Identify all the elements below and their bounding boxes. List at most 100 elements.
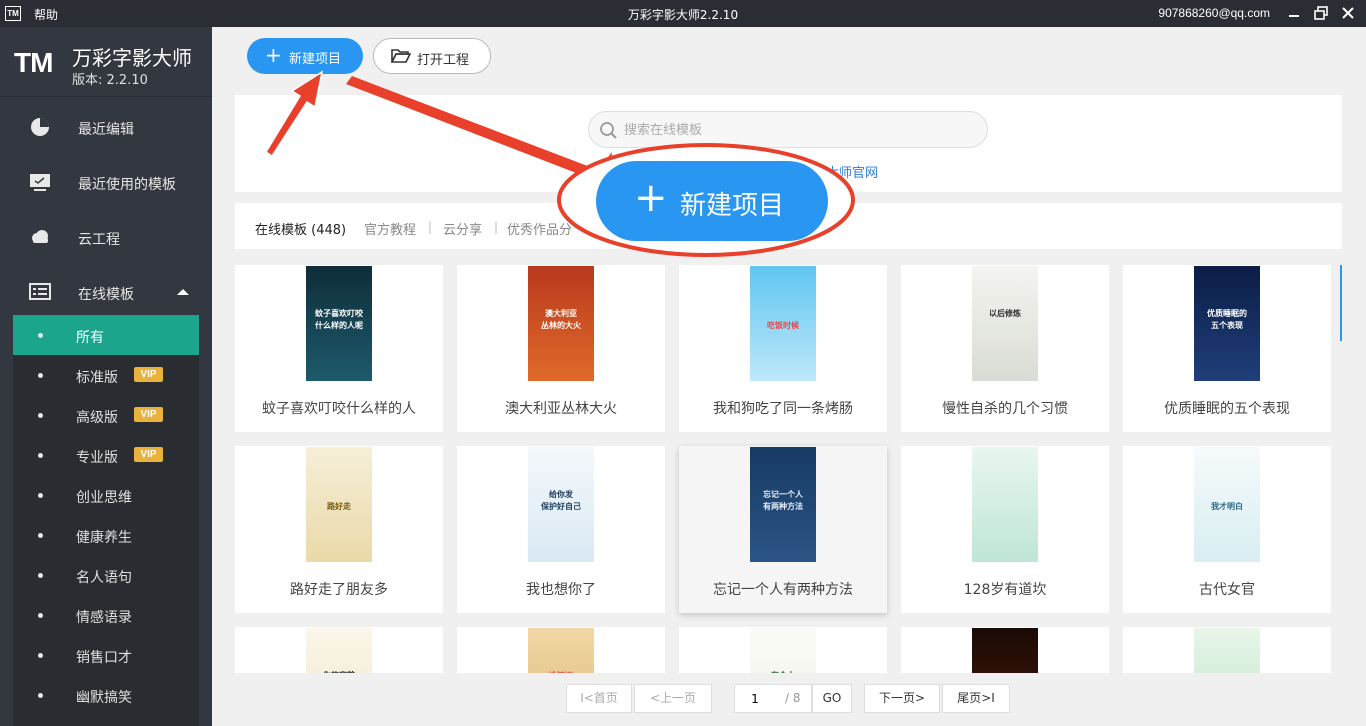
page-number-input[interactable] [735,689,775,709]
template-thumbnail: 澳大利亚 丛林的大火 [528,266,594,381]
minimize-icon[interactable] [1285,4,1303,22]
template-title: 澳大利亚丛林大火 [505,401,617,417]
thumbnail-text: 忘记一个人 [763,490,803,499]
thumbnail-text: 以后修炼 [989,309,1021,318]
template-card[interactable] [901,627,1109,673]
tab-online-templates[interactable]: 在线模板 (448) [255,219,346,238]
template-list-icon [29,283,51,300]
close-icon[interactable] [1339,4,1357,22]
first-page-button[interactable]: I<首页 [566,684,632,713]
thumbnail-text: 保护好自己 [541,502,581,511]
thumbnail-text: 澳大利亚 [545,309,577,318]
template-card[interactable]: 澳大利亚 丛林的大火澳大利亚丛林大火 [457,265,665,432]
bullet-icon [38,413,43,418]
template-card[interactable]: 给你发 保护好自己 我也想你了 [457,446,665,613]
template-card[interactable]: 你的容貌 [235,627,443,673]
template-thumbnail: 给你发 保护好自己 [528,447,594,562]
tab-separator: | [428,220,433,234]
nav-recent-templates[interactable]: 最近使用的模板 [0,155,212,210]
vip-badge: VIP [134,407,163,422]
template-thumbnail [1194,628,1260,673]
template-thumbnail: 以后修炼 [972,266,1038,381]
template-card[interactable]: 吃饭时候我和狗吃了同一条烤肠 [679,265,887,432]
nav-cloud-projects[interactable]: 云工程 [0,210,212,265]
go-button[interactable]: GO [812,684,852,713]
tab-cloud-share[interactable]: 云分享 [443,219,482,238]
next-page-button[interactable]: 下一页> [864,684,940,713]
subnav-item[interactable]: 创业思维 [13,475,199,515]
template-title: 慢性自杀的几个习惯 [942,401,1068,417]
template-thumbnail: 路好走 [306,447,372,562]
subnav-label: 健康养生 [76,530,132,546]
template-thumbnail [972,447,1038,562]
subnav-label: 标准版 [76,370,118,386]
template-card[interactable]: 冷知识 [457,627,665,673]
prev-page-button[interactable]: <上一页 [634,684,712,713]
cloud-icon [32,230,48,243]
tab-official-tutorial[interactable]: 官方教程 [364,219,416,238]
sidebar: TM 万彩字影大师 版本: 2.2.10 最近编辑 最近使用的模板 云工程 在线… [0,27,212,726]
subnav-item[interactable]: 专业版 VIP [13,435,199,475]
plus-icon: + [265,43,282,67]
brand-logo-icon: TM [14,47,53,78]
template-card[interactable]: 有个人 [679,627,887,673]
template-thumbnail: 忘记一个人有两种方法 [750,447,816,562]
template-title: 古代女官 [1199,582,1255,598]
subnav-item[interactable]: 销售口才 [13,635,199,675]
subnav-item[interactable]: 健康养生 [13,515,199,555]
thumbnail-text: 你的容貌 [306,670,372,673]
official-site-link[interactable]: 影大师官网 [813,162,878,181]
thumbnail-text: 吃饭时候 [767,321,799,330]
template-title: 优质睡眠的五个表现 [1164,401,1290,417]
template-title: 忘记一个人有两种方法 [713,582,853,598]
thumbnail-text: 有个人 [750,670,816,673]
nav-label: 云工程 [78,232,120,248]
subnav-item[interactable]: 所有 [13,315,199,355]
template-thumbnail: 吃饭时候 [750,266,816,381]
subnav-item[interactable]: 情感语录 [13,595,199,635]
template-card[interactable]: 忘记一个人 有两种方法 忘记一个人有两种方法 [679,446,887,613]
clock-pie-icon [31,118,49,136]
subnav-item[interactable]: 名人语句 [13,555,199,595]
title-bar: TM 帮助 万彩字影大师2.2.10 907868260@qq.com [0,0,1366,27]
template-tabs: 在线模板 (448) 官方教程 | 云分享 | 优秀作品分 [235,203,1342,249]
template-card[interactable]: 优质睡眠的 五个表现 优质睡眠的五个表现 [1123,265,1331,432]
template-card[interactable] [1123,627,1331,673]
restore-icon[interactable] [1312,4,1330,22]
subnav-item[interactable]: 标准版 VIP [13,355,199,395]
brand-version: 版本: 2.2.10 [72,73,148,88]
template-title: 我和狗吃了同一条烤肠 [713,401,853,417]
subnav-label: 创业思维 [76,490,132,506]
template-card[interactable]: 蚊子喜欢叮咬 什么样的人呢 蚊子喜欢叮咬什么样的人 [235,265,443,432]
subnav-label: 名人语句 [76,570,132,586]
template-thumbnail [972,628,1038,673]
help-menu[interactable]: 帮助 [34,6,58,23]
template-thumbnail: 冷知识 [528,628,594,673]
new-project-button[interactable]: + 新建项目 [247,38,363,74]
subnav-item[interactable]: 幽默搞笑 [13,675,199,715]
thumbnail-text: 优质睡眠的 [1207,309,1247,318]
thumbnail-text: 五个表现 [1211,321,1243,330]
thumbnail-text: 蚊子喜欢叮咬 [315,309,363,318]
open-project-label: 打开工程 [417,53,470,68]
thumbnail-text: 有两种方法 [763,502,803,511]
monitor-icon [30,174,50,191]
user-account[interactable]: 907868260@qq.com [1158,6,1270,20]
last-page-button[interactable]: 尾页>I [942,684,1010,713]
open-project-button[interactable]: 打开工程 [373,38,491,74]
template-card[interactable]: 我才明白 古代女官 [1123,446,1331,613]
page-total: / 8 [785,691,801,705]
bullet-icon [38,613,43,618]
page-jump: / 8 [734,684,812,713]
nav-online-templates[interactable]: 在线模板 [0,265,212,320]
template-card[interactable]: 128岁有道坎 [901,446,1109,613]
template-title: 路好走了朋友多 [290,582,388,598]
template-card[interactable]: 以后修炼慢性自杀的几个习惯 [901,265,1109,432]
template-card[interactable]: 路好走路好走了朋友多 [235,446,443,613]
nav-recent-edit[interactable]: 最近编辑 [0,100,212,155]
tab-showcase[interactable]: 优秀作品分 [507,219,572,238]
search-input[interactable] [624,119,964,141]
subnav-item[interactable]: 高级版 VIP [13,395,199,435]
scrollbar-thumb[interactable] [1340,265,1342,341]
nav-label: 在线模板 [78,287,134,303]
